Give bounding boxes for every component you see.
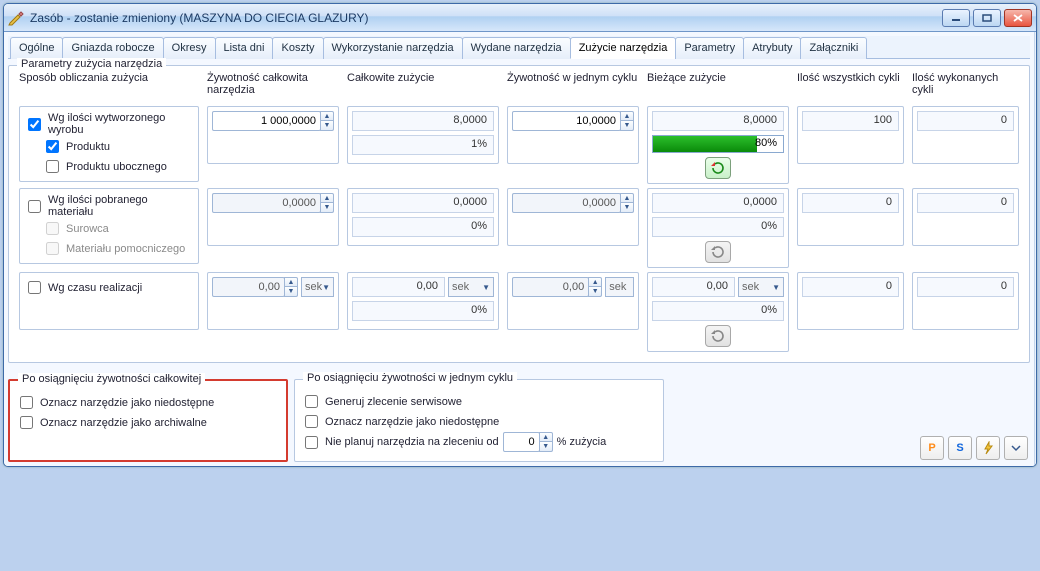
sub-option[interactable]: Produktu bbox=[42, 137, 194, 156]
window-title: Zasób - zostanie zmieniony (MASZYNA DO C… bbox=[30, 11, 942, 25]
method-main[interactable]: Wg czasu realizacji bbox=[24, 278, 194, 297]
current-usage-value: 0,00 bbox=[652, 277, 735, 297]
tab-7[interactable]: Zużycie narzędzia bbox=[570, 37, 677, 59]
minimize-button[interactable] bbox=[942, 9, 970, 27]
total-cycles-value: 100 bbox=[802, 111, 899, 131]
spin-down: ▼ bbox=[320, 203, 334, 213]
current-usage-value: 0,0000 bbox=[652, 193, 784, 213]
on-total-life-group: Po osiągnięciu żywotności całkowitej Ozn… bbox=[8, 379, 288, 462]
sub-option: Surowca bbox=[42, 219, 194, 238]
col-cycle-life: Żywotność w jednym cyklu bbox=[503, 70, 643, 104]
app-icon bbox=[8, 10, 24, 26]
spin-up[interactable]: ▲ bbox=[320, 111, 334, 121]
spin-down: ▼ bbox=[588, 287, 602, 297]
spin-down: ▼ bbox=[620, 203, 634, 213]
col-total-cycles: Ilość wszystkich cykli bbox=[793, 70, 908, 104]
sub-option[interactable]: Produktu ubocznego bbox=[42, 157, 194, 176]
close-button[interactable] bbox=[1004, 9, 1032, 27]
window: Zasób - zostanie zmieniony (MASZYNA DO C… bbox=[3, 3, 1037, 467]
spin-down[interactable]: ▼ bbox=[320, 121, 334, 131]
spin-up: ▲ bbox=[620, 193, 634, 203]
spin-up[interactable]: ▲ bbox=[539, 432, 553, 442]
tab-5[interactable]: Wykorzystanie narzędzia bbox=[323, 37, 463, 59]
spin-down[interactable]: ▼ bbox=[620, 121, 634, 131]
current-usage-progress: 80% bbox=[652, 135, 784, 153]
done-cycles-value: 0 bbox=[917, 277, 1014, 297]
total-life-input bbox=[212, 277, 285, 297]
sub-option: Materiału pomocniczego bbox=[42, 239, 194, 258]
col-total-life: Żywotność całkowita narzędzia bbox=[203, 70, 343, 104]
col-done-cycles: Ilość wykonanych cykli bbox=[908, 70, 1023, 104]
total-usage-value: 0,0000 bbox=[352, 193, 494, 213]
footer-s-button[interactable]: S bbox=[948, 436, 972, 460]
cycle-life-opt-noplan[interactable]: Nie planuj narzędzia na zleceniu od ▲▼ %… bbox=[301, 432, 657, 452]
on-total-life-title: Po osiągnięciu żywotności całkowitej bbox=[18, 373, 205, 385]
unit-select: sek▼ bbox=[448, 277, 494, 297]
total-cycles-value: 0 bbox=[802, 277, 899, 297]
col-method: Sposób obliczania zużycia bbox=[15, 70, 203, 104]
reset-usage-icon[interactable] bbox=[705, 157, 731, 179]
col-current-usage: Bieżące zużycie bbox=[643, 70, 793, 104]
footer-lightning-button[interactable] bbox=[976, 436, 1000, 460]
total-life-opt-archive[interactable]: Oznacz narzędzie jako archiwalne bbox=[16, 413, 280, 432]
on-cycle-life-title: Po osiągnięciu żywotności w jednym cyklu bbox=[303, 372, 517, 384]
spin-up: ▲ bbox=[588, 277, 602, 287]
noplan-percent-input[interactable] bbox=[503, 432, 540, 452]
reset-usage-icon bbox=[705, 325, 731, 347]
current-usage-value: 8,0000 bbox=[652, 111, 784, 131]
tabs: OgólneGniazda roboczeOkresyLista dniKosz… bbox=[8, 36, 1030, 59]
tab-6[interactable]: Wydane narzędzia bbox=[462, 37, 571, 59]
cycle-life-input bbox=[512, 193, 621, 213]
total-life-opt-unavailable[interactable]: Oznacz narzędzie jako niedostępne bbox=[16, 393, 280, 412]
spin-down: ▼ bbox=[284, 287, 298, 297]
tab-10[interactable]: Załączniki bbox=[800, 37, 867, 59]
tool-wear-group: Parametry zużycia narzędzia Sposób oblic… bbox=[8, 65, 1030, 363]
cycle-life-opt-service[interactable]: Generuj zlecenie serwisowe bbox=[301, 392, 657, 411]
reset-usage-icon bbox=[705, 241, 731, 263]
total-cycles-value: 0 bbox=[802, 193, 899, 213]
unit-select: sek bbox=[605, 277, 634, 297]
right-sidebar bbox=[1034, 32, 1037, 466]
total-life-input bbox=[212, 193, 321, 213]
group-title: Parametry zużycia narzędzia bbox=[17, 58, 166, 70]
maximize-button[interactable] bbox=[973, 9, 1001, 27]
tab-2[interactable]: Okresy bbox=[163, 37, 216, 59]
total-usage-pct: 1% bbox=[352, 135, 494, 155]
tab-0[interactable]: Ogólne bbox=[10, 37, 63, 59]
spin-down[interactable]: ▼ bbox=[539, 442, 553, 452]
cycle-life-input[interactable] bbox=[512, 111, 621, 131]
done-cycles-value: 0 bbox=[917, 111, 1014, 131]
cycle-life-input bbox=[512, 277, 589, 297]
total-usage-pct: 0% bbox=[352, 301, 494, 321]
current-usage-pct: 0% bbox=[652, 301, 784, 321]
footer-p-button[interactable]: P bbox=[920, 436, 944, 460]
col-total-usage: Całkowite zużycie bbox=[343, 70, 503, 104]
on-cycle-life-group: Po osiągnięciu żywotności w jednym cyklu… bbox=[294, 379, 664, 462]
unit-select: sek▼ bbox=[301, 277, 334, 297]
titlebar: Zasób - zostanie zmieniony (MASZYNA DO C… bbox=[4, 4, 1036, 32]
method-main[interactable]: Wg ilości pobranego materiału bbox=[24, 194, 194, 218]
tab-8[interactable]: Parametry bbox=[675, 37, 744, 59]
method-main[interactable]: Wg ilości wytworzonego wyrobu bbox=[24, 112, 194, 136]
tab-9[interactable]: Atrybuty bbox=[743, 37, 801, 59]
total-usage-value: 0,00 bbox=[352, 277, 445, 297]
current-usage-pct: 0% bbox=[652, 217, 784, 237]
tab-4[interactable]: Koszty bbox=[272, 37, 323, 59]
done-cycles-value: 0 bbox=[917, 193, 1014, 213]
spin-up: ▲ bbox=[320, 193, 334, 203]
spin-up[interactable]: ▲ bbox=[620, 111, 634, 121]
main-area: OgólneGniazda roboczeOkresyLista dniKosz… bbox=[4, 32, 1034, 466]
spin-up: ▲ bbox=[284, 277, 298, 287]
total-usage-pct: 0% bbox=[352, 217, 494, 237]
tab-1[interactable]: Gniazda robocze bbox=[62, 37, 163, 59]
tab-3[interactable]: Lista dni bbox=[215, 37, 274, 59]
footer-chevron-button[interactable] bbox=[1004, 436, 1028, 460]
total-usage-value: 8,0000 bbox=[352, 111, 494, 131]
unit-select: sek▼ bbox=[738, 277, 784, 297]
cycle-life-opt-unavailable[interactable]: Oznacz narzędzie jako niedostępne bbox=[301, 412, 657, 431]
total-life-input[interactable] bbox=[212, 111, 321, 131]
